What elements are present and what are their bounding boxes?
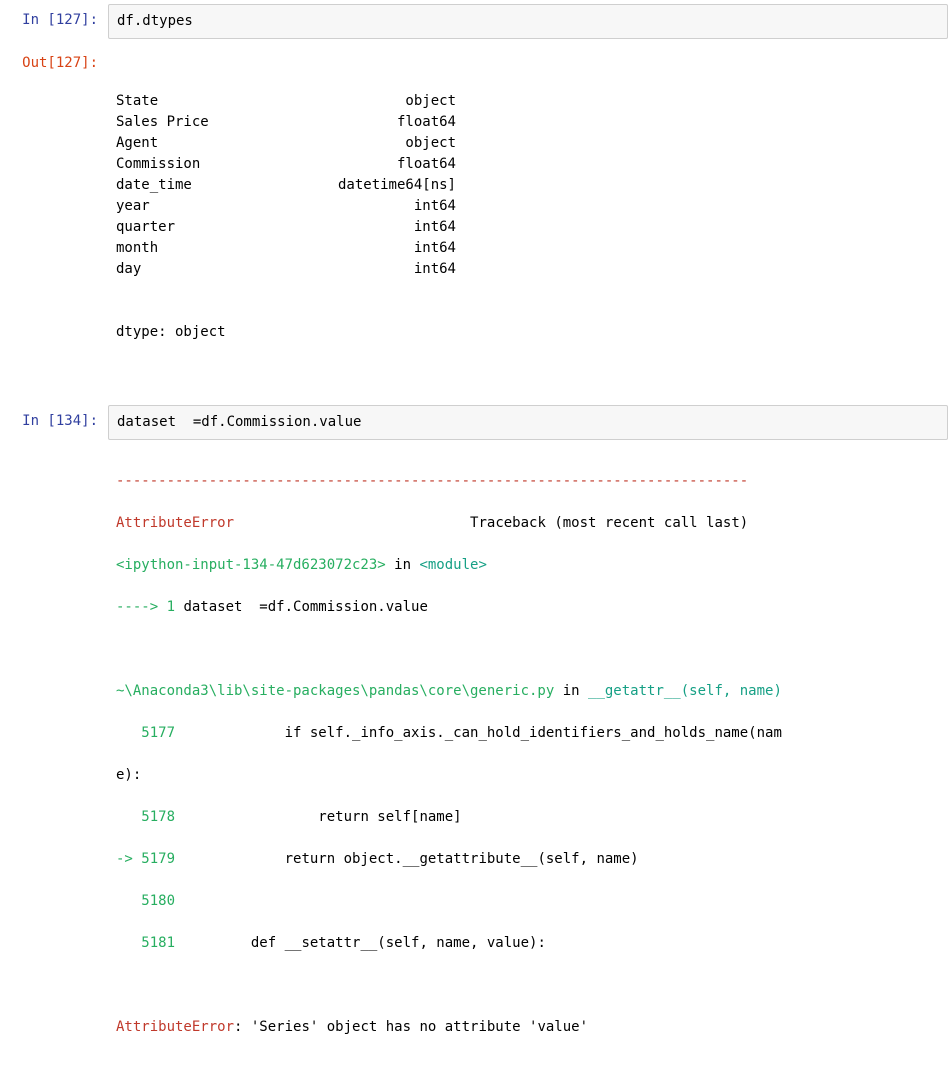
dtype-value: int64 — [296, 196, 456, 217]
error-name: AttributeError — [116, 515, 234, 531]
dtype-value: datetime64[ns] — [296, 175, 456, 196]
dtype-footer: dtype: object — [116, 322, 940, 343]
dtype-name: year — [116, 196, 296, 217]
output-body-127: StateobjectSales Pricefloat64Agentobject… — [108, 47, 948, 387]
traceback-output: ----------------------------------------… — [108, 448, 948, 1082]
dtype-value: float64 — [296, 154, 456, 175]
tb-line-5181: 5181 def __setattr__(self, name, value): — [116, 933, 940, 954]
input-cell-127: In [127]: df.dtypes — [0, 0, 948, 43]
tb-label: Traceback (most recent call last) — [470, 515, 748, 531]
dtype-value: int64 — [296, 238, 456, 259]
empty-prompt-134 — [0, 448, 108, 454]
tb-line-5177b: e): — [116, 765, 940, 786]
tb-final: AttributeError: 'Series' object has no a… — [116, 1017, 940, 1038]
out-prompt-127: Out[127]: — [0, 47, 108, 74]
tb-line-5180: 5180 — [116, 891, 940, 912]
dtype-row: dayint64 — [116, 259, 940, 280]
tb-line-5179: -> 5179 return object.__getattribute__(s… — [116, 849, 940, 870]
dtype-name: date_time — [116, 175, 296, 196]
dtype-row: Commissionfloat64 — [116, 154, 940, 175]
tb-line-5177: 5177 if self._info_axis._can_hold_identi… — [116, 723, 940, 744]
dtype-name: day — [116, 259, 296, 280]
traceback-hr: ----------------------------------------… — [116, 471, 940, 492]
dtype-row: monthint64 — [116, 238, 940, 259]
dtype-value: object — [296, 133, 456, 154]
output-cell-127: Out[127]: StateobjectSales Pricefloat64A… — [0, 43, 948, 391]
dtype-row: Sales Pricefloat64 — [116, 112, 940, 133]
dtype-name: quarter — [116, 217, 296, 238]
input-cell-134: In [134]: dataset =df.Commission.value — [0, 401, 948, 444]
dtype-value: int64 — [296, 217, 456, 238]
tb-location-1: <ipython-input-134-47d623072c23> in <mod… — [116, 555, 940, 576]
dtype-row: quarterint64 — [116, 217, 940, 238]
dtype-row: yearint64 — [116, 196, 940, 217]
traceback-header: AttributeError Traceback (most recent ca… — [116, 513, 940, 534]
in-prompt-127: In [127]: — [0, 4, 108, 31]
code-input-134[interactable]: dataset =df.Commission.value — [108, 405, 948, 440]
dtype-name: Sales Price — [116, 112, 296, 133]
tb-line-1: ----> 1 dataset =df.Commission.value — [116, 597, 940, 618]
in-prompt-134: In [134]: — [0, 405, 108, 432]
dtype-value: int64 — [296, 259, 456, 280]
dtype-name: Agent — [116, 133, 296, 154]
tb-line-5178: 5178 return self[name] — [116, 807, 940, 828]
dtype-name: month — [116, 238, 296, 259]
tb-spacer — [234, 515, 470, 531]
code-input-127[interactable]: df.dtypes — [108, 4, 948, 39]
dtype-row: Agentobject — [116, 133, 940, 154]
dtype-row: Stateobject — [116, 91, 940, 112]
dtype-name: State — [116, 91, 296, 112]
tb-location-2: ~\Anaconda3\lib\site-packages\pandas\cor… — [116, 681, 940, 702]
dtype-value: object — [296, 91, 456, 112]
output-cell-134: ----------------------------------------… — [0, 444, 948, 1086]
dtype-name: Commission — [116, 154, 296, 175]
dtype-value: float64 — [296, 112, 456, 133]
dtype-row: date_timedatetime64[ns] — [116, 175, 940, 196]
